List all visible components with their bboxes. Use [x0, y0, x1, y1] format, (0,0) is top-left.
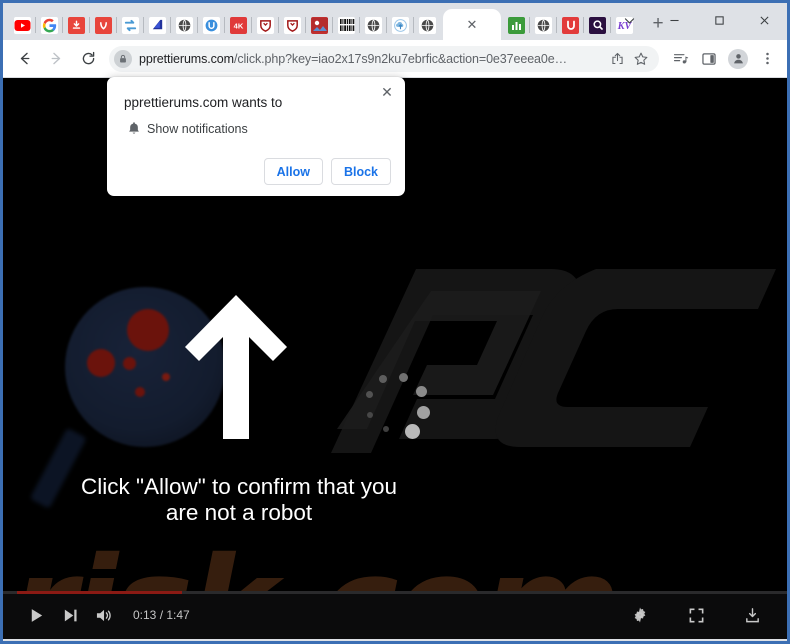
dialog-title: pprettierums.com wants to	[124, 95, 283, 110]
reload-button[interactable]	[73, 44, 103, 74]
url-domain: pprettierums.com	[139, 51, 234, 66]
volume-button[interactable]	[87, 599, 121, 631]
4k-icon: 4K	[230, 16, 247, 34]
close-button[interactable]	[742, 3, 787, 37]
player-right-controls	[623, 599, 769, 631]
notification-permission-dialog: ✕ pprettierums.com wants to Show notific…	[107, 77, 405, 196]
sidebar-item-blue-circle-tab[interactable]	[198, 10, 225, 40]
u-shape-icon	[562, 16, 579, 34]
time-display: 0:13 / 1:47	[133, 608, 190, 622]
maximize-button[interactable]	[697, 3, 742, 37]
block-button[interactable]: Block	[330, 158, 391, 185]
google-icon	[41, 16, 58, 34]
permission-label: Show notifications	[147, 122, 248, 136]
overlay-heading: Click "Allow" to confirm that you are no…	[3, 474, 475, 526]
side-panel-icon[interactable]	[695, 45, 723, 73]
up-arrow-icon	[181, 293, 291, 446]
sidebar-item-globe-tab-3[interactable]	[414, 10, 441, 40]
sidebar-item-globe-tab-1[interactable]	[171, 10, 198, 40]
allow-button[interactable]: Allow	[263, 158, 323, 185]
url-text: pprettierums.com/click.php?key=iao2x17s9…	[139, 52, 605, 66]
permission-row: Show notifications	[127, 122, 248, 136]
active-tab[interactable]: ✕	[443, 9, 501, 40]
dialog-buttons: Allow Block	[263, 158, 391, 185]
profile-avatar-icon[interactable]	[724, 45, 752, 73]
sidebar-item-converter-tab[interactable]	[117, 10, 144, 40]
back-button[interactable]	[9, 44, 39, 74]
bell-icon	[127, 121, 141, 141]
globe-icon	[419, 16, 436, 34]
download-icon[interactable]	[735, 599, 769, 631]
blue-shape-icon	[149, 16, 166, 34]
video-player-controls: 0:13 / 1:47	[3, 591, 787, 639]
sidebar-item-downloader2-tab[interactable]	[90, 10, 117, 40]
sidebar-item-green-chart-tab[interactable]	[503, 10, 530, 40]
sidebar-item-blue-doc-tab[interactable]	[144, 10, 171, 40]
magnifier-q-icon	[589, 16, 606, 34]
shield-icon	[257, 16, 274, 34]
swap-arrows-icon	[122, 16, 139, 34]
next-button[interactable]	[53, 599, 87, 631]
close-icon[interactable]: ✕	[467, 18, 478, 31]
sidebar-item-4k-downloader-tab[interactable]: 4K	[225, 10, 252, 40]
tab-strip: 4K ✕ KV +	[3, 3, 787, 40]
sidebar-item-globe-tab-2[interactable]	[360, 10, 387, 40]
overlay-heading-line1: Click "Allow" to confirm that you	[80, 474, 398, 499]
globe-icon	[365, 16, 382, 34]
sidebar-item-shield-tab-1[interactable]	[252, 10, 279, 40]
cloud-arrow-icon	[392, 16, 409, 34]
loading-spinner-icon	[361, 368, 431, 439]
browser-toolbar: pprettierums.com/click.php?key=iao2x17s9…	[3, 40, 787, 78]
youtube-icon	[14, 16, 31, 34]
bar-chart-icon	[508, 16, 525, 34]
avatar	[728, 48, 748, 69]
sidebar-item-downloader-tab[interactable]	[63, 10, 90, 40]
sidebar-item-youtube-tab[interactable]	[9, 10, 36, 40]
progress-bar-track[interactable]	[3, 591, 787, 594]
lock-icon	[114, 49, 132, 68]
download-arrow-icon	[68, 16, 85, 34]
reading-list-icon[interactable]	[666, 45, 694, 73]
browser-window: 4K ✕ KV + pprettierums.com/click.php?key…	[0, 0, 790, 644]
gear-icon[interactable]	[623, 599, 657, 631]
sidebar-item-cloud-upload-tab[interactable]	[387, 10, 414, 40]
url-path: /click.php?key=iao2x17s9n2ku7ebrfic&acti…	[233, 51, 568, 66]
address-bar[interactable]: pprettierums.com/click.php?key=iao2x17s9…	[109, 45, 659, 72]
overlay-heading-line2: are not a robot	[165, 500, 313, 525]
fullscreen-icon[interactable]	[679, 599, 713, 631]
bookmark-star-icon[interactable]	[629, 47, 653, 71]
progress-bar-fill	[17, 591, 182, 594]
u-arrow-icon	[203, 16, 220, 34]
sidebar-item-globe-tab-4[interactable]	[530, 10, 557, 40]
forward-button[interactable]	[41, 44, 71, 74]
tab-search-button[interactable]	[607, 3, 652, 37]
minimize-button[interactable]	[652, 3, 697, 37]
close-icon[interactable]: ✕	[378, 83, 396, 101]
more-menu-icon[interactable]	[753, 45, 781, 73]
sidebar-item-shield-tab-2[interactable]	[279, 10, 306, 40]
play-button[interactable]	[19, 599, 53, 631]
shield-icon	[284, 16, 301, 34]
sidebar-item-barcode-tab[interactable]	[333, 10, 360, 40]
svg-text:4K: 4K	[234, 21, 244, 30]
pinned-tabs-left: 4K	[9, 3, 441, 40]
sidebar-item-photo-tab[interactable]	[306, 10, 333, 40]
globe-icon	[176, 16, 193, 34]
share-icon[interactable]	[605, 47, 629, 71]
globe-icon	[535, 16, 552, 34]
sidebar-item-google-tab[interactable]	[36, 10, 63, 40]
download-arrow-icon	[95, 16, 112, 34]
photo-icon	[311, 16, 328, 34]
player-left-controls: 0:13 / 1:47	[19, 599, 190, 631]
barcode-icon	[338, 16, 355, 34]
sidebar-item-red-u-tab[interactable]	[557, 10, 584, 40]
window-controls	[607, 3, 787, 37]
